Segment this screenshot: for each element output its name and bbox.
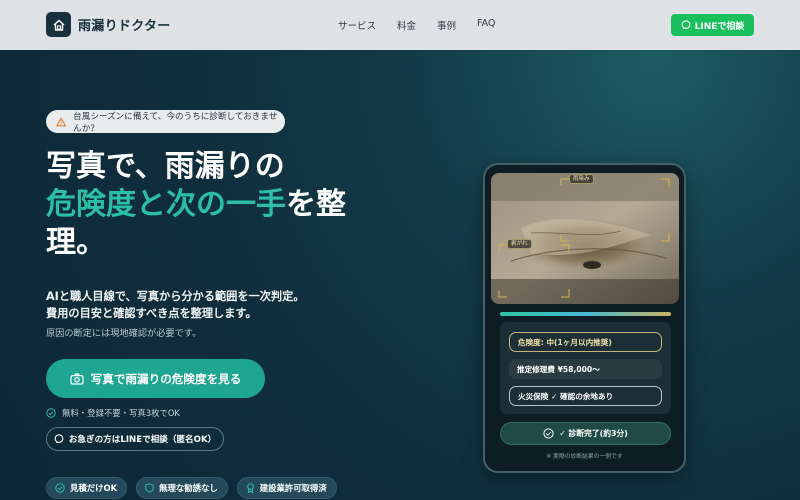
line-anonymous-label: お急ぎの方はLINEで相談（匿名OK）: [68, 435, 217, 445]
line-anonymous-button[interactable]: お急ぎの方はLINEで相談（匿名OK）: [46, 427, 224, 451]
trust-badges: 見積だけOK 無理な勧誘なし 建設業許可取得済: [46, 477, 346, 499]
check-circle-icon: [543, 428, 554, 439]
warning-icon: [56, 116, 67, 126]
hero-subtext: AIと職人目線で、写真から分かる範囲を一次判定。 費用の目安と確認すべき点を整理…: [46, 288, 366, 322]
danger-level: 危険度: 中(1ヶ月以内推奨): [509, 332, 662, 352]
chat-bubble-icon: [54, 434, 64, 444]
disclaimer-note: 原因の断定には現地確認が必要です。: [46, 328, 202, 339]
insurance-status: 火災保険 ✓ 確認の余地あり: [509, 386, 662, 406]
site-header: 雨漏りドクター サービス 料金 事例 FAQ LINEで相談: [0, 0, 800, 50]
tag-stain: 雨染み: [569, 174, 594, 184]
season-alert: 台風シーズンに備えて、今のうちに診断しておきませんか？: [46, 110, 285, 134]
main-nav: サービス 料金 事例 FAQ: [338, 18, 516, 32]
headline-tail1: を整: [286, 187, 346, 222]
certificate-icon: [246, 483, 254, 493]
badge-label: 建設業許可取得済: [259, 483, 327, 493]
badge-label: 無理な勧誘なし: [159, 483, 218, 493]
hero-headline: 写真で、雨漏りの 危険度と次の一手を整 理。: [46, 148, 406, 262]
free-note-text: 無料・登録不要・写真3枚でOK: [62, 408, 180, 418]
check-risk-button[interactable]: 写真で雨漏りの危険度を見る: [46, 359, 265, 398]
nav-item-faq[interactable]: FAQ: [477, 18, 495, 32]
example-footnote: ※ 実際の診断結果の一例です: [546, 454, 623, 460]
brand-name: 雨漏りドクター: [78, 19, 171, 34]
badge-license: 建設業許可取得済: [236, 477, 337, 499]
estimated-cost: 推定修理費 ¥58,000〜: [509, 359, 662, 379]
tag-peel: 剥がれ: [507, 239, 532, 249]
nav-item-cases[interactable]: 事例: [437, 18, 456, 32]
phone-mockup: 雨染み 剥がれ 危険度: 中(1ヶ月以内推奨) 推定修理費 ¥58,000〜 火…: [483, 163, 686, 473]
badge-label: 見積だけOK: [70, 483, 118, 493]
check-risk-label: 写真で雨漏りの危険度を見る: [90, 371, 242, 386]
chat-bubble-icon: [681, 20, 690, 30]
shield-icon: [145, 483, 154, 493]
season-alert-text: 台風シーズンに備えて、今のうちに診断しておきませんか？: [73, 111, 278, 134]
scan-progress-bar: [500, 312, 671, 316]
check-circle-icon: [46, 408, 56, 418]
subtext-line1: AIと職人目線で、写真から分かる範囲を一次判定。: [46, 290, 305, 303]
headline-tail2: 理。: [46, 225, 106, 260]
nav-item-pricing[interactable]: 料金: [397, 18, 416, 32]
brand-logo[interactable]: 雨漏りドクター: [46, 12, 171, 37]
check-circle-icon: [55, 483, 65, 493]
headline-accent: 危険度と次の一手: [46, 187, 286, 222]
headline-line1: 写真で、雨漏りの: [46, 149, 285, 184]
badge-no-pressure: 無理な勧誘なし: [136, 477, 228, 499]
line-consult-button[interactable]: LINEで相談: [671, 14, 754, 36]
result-panel: 危険度: 中(1ヶ月以内推奨) 推定修理費 ¥58,000〜 火災保険 ✓ 確認…: [500, 322, 671, 414]
house-icon: [46, 12, 71, 37]
diagnosis-complete: ✓ 診断完了(約3分): [500, 422, 671, 445]
nav-item-service[interactable]: サービス: [338, 18, 376, 32]
subtext-line2: 費用の目安と確認すべき点を整理します。: [46, 307, 257, 320]
badge-estimate-only: 見積だけOK: [46, 477, 128, 499]
diagnosis-complete-label: ✓ 診断完了(約3分): [559, 429, 628, 438]
ceiling-photo: 雨染み 剥がれ: [491, 173, 679, 304]
free-note: 無料・登録不要・写真3枚でOK: [46, 407, 180, 419]
line-consult-label: LINEで相談: [694, 21, 745, 32]
camera-icon: [70, 372, 84, 385]
